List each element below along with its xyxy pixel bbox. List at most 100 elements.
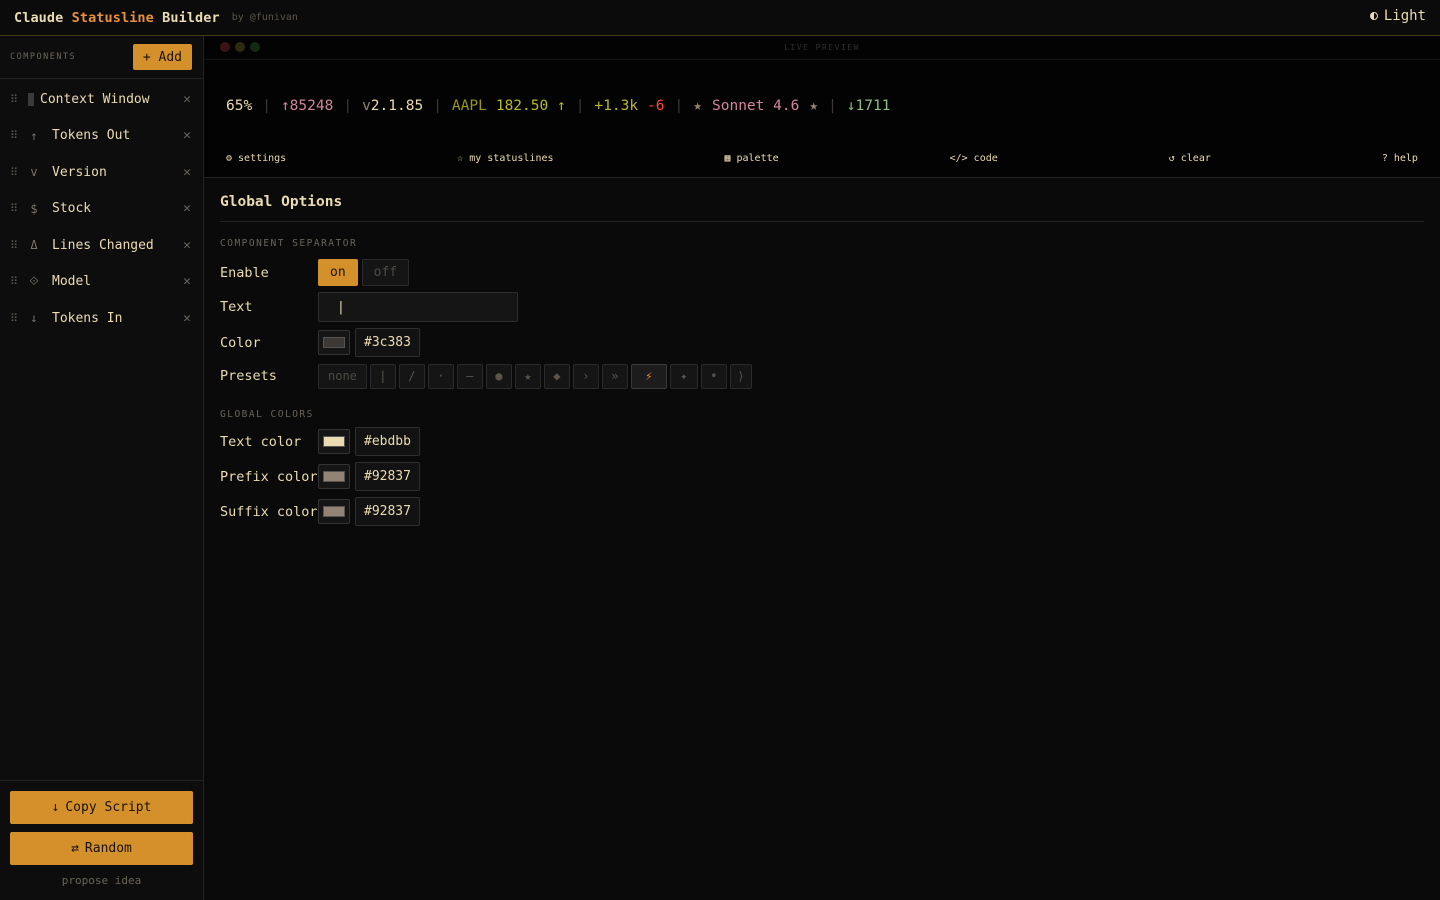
- enable-on-button[interactable]: on: [318, 259, 358, 286]
- component-item-lines-changed[interactable]: ⠿ Δ Lines Changed ✕: [0, 227, 203, 264]
- separator: |: [262, 98, 271, 114]
- preset-dot[interactable]: ·: [427, 363, 454, 389]
- drag-handle-icon[interactable]: ⠿: [10, 93, 26, 106]
- remove-icon[interactable]: ✕: [183, 311, 191, 326]
- preset-lightning[interactable]: ⚡: [630, 363, 667, 389]
- settings-button[interactable]: ⚙ settings: [226, 153, 286, 164]
- component-label: Lines Changed: [52, 237, 154, 253]
- preset-dash[interactable]: —: [456, 363, 483, 389]
- preset-star[interactable]: ★: [514, 363, 541, 389]
- segment-context: 65%: [226, 98, 253, 114]
- help-button[interactable]: ? help: [1382, 153, 1418, 164]
- segment-tokens-out: ↑85248: [280, 98, 334, 114]
- top-bar: Claude Statusline Builder by @funivan Li…: [0, 0, 1440, 36]
- drag-handle-icon[interactable]: ⠿: [10, 202, 26, 215]
- drag-handle-icon[interactable]: ⠿: [10, 312, 26, 325]
- drag-handle-icon[interactable]: ⠿: [10, 239, 26, 252]
- palette-button[interactable]: ▦ palette: [724, 153, 778, 164]
- component-item-model[interactable]: ⠿ ⟐ Model ✕: [0, 264, 203, 301]
- segment-model: Sonnet 4.6: [712, 98, 800, 114]
- preset-angle[interactable]: ⟩: [729, 363, 752, 389]
- remove-icon[interactable]: ✕: [183, 238, 191, 253]
- code-button[interactable]: </> code: [950, 153, 998, 164]
- delta-icon: Δ: [30, 238, 38, 253]
- preset-pipe[interactable]: |: [369, 363, 396, 389]
- global-colors-heading: GLOBAL COLORS: [220, 409, 314, 420]
- remove-icon[interactable]: ✕: [183, 165, 191, 180]
- text-color-hex[interactable]: #ebdbb: [355, 427, 420, 456]
- drag-handle-icon[interactable]: ⠿: [10, 275, 26, 288]
- preset-circle[interactable]: ●: [485, 363, 512, 389]
- presets-row: Presets none | / · — ● ★ ◆ › » ⚡ ✦ • ⟩: [220, 361, 1424, 391]
- star-icon: ★: [693, 98, 703, 114]
- enable-off-button[interactable]: off: [361, 259, 410, 286]
- author-link[interactable]: by @funivan: [232, 12, 298, 23]
- preset-bullet[interactable]: •: [700, 363, 727, 389]
- enable-toggle: on off: [318, 259, 410, 286]
- separator-text-input[interactable]: [318, 292, 518, 322]
- preset-chevron[interactable]: ›: [572, 363, 599, 389]
- my-statuslines-button[interactable]: ☆ my statuslines: [457, 153, 553, 164]
- preset-none[interactable]: none: [318, 363, 367, 389]
- segment-stock-symbol: AAPL: [451, 98, 487, 114]
- text-row: Text: [220, 290, 1424, 324]
- component-item-version[interactable]: ⠿ v Version ✕: [0, 154, 203, 191]
- remove-icon[interactable]: ✕: [183, 128, 191, 143]
- add-component-button[interactable]: + Add: [132, 44, 192, 70]
- arrow-down-icon: ↓: [30, 311, 38, 326]
- component-label: Model: [52, 274, 92, 290]
- suffix-color-swatch[interactable]: [318, 499, 350, 524]
- dollar-icon: $: [30, 201, 38, 216]
- segment-stock-price: 182.50 ↑: [495, 98, 566, 114]
- global-options-panel: Global Options COMPONENT SEPARATOR Enabl…: [220, 178, 1424, 529]
- separator: |: [575, 98, 585, 114]
- app-title-word-1: Claude: [14, 9, 64, 26]
- preview-titlebar: LIVE PREVIEW: [204, 36, 1440, 60]
- component-item-context-window[interactable]: ⠿ Context Window ✕: [0, 81, 203, 118]
- component-item-tokens-in[interactable]: ⠿ ↓ Tokens In ✕: [0, 300, 203, 337]
- download-arrow-icon: ↓: [51, 800, 60, 815]
- clear-button[interactable]: ↺ clear: [1169, 153, 1211, 164]
- preset-sparkle[interactable]: ✦: [669, 363, 698, 389]
- component-label: Tokens In: [52, 310, 123, 326]
- prefix-color-swatch[interactable]: [318, 464, 350, 489]
- preset-diamond[interactable]: ◆: [543, 363, 570, 389]
- suffix-color-hex[interactable]: #92837: [355, 497, 420, 526]
- component-item-tokens-out[interactable]: ⠿ ↑ Tokens Out ✕: [0, 118, 203, 155]
- separator-color-hex[interactable]: #3c383: [355, 328, 420, 357]
- component-label: Stock: [52, 201, 92, 217]
- preset-double-chevron[interactable]: »: [601, 363, 628, 389]
- segment-version-prefix: v: [362, 98, 371, 114]
- remove-icon[interactable]: ✕: [183, 92, 191, 107]
- propose-idea-link[interactable]: propose idea: [10, 874, 193, 887]
- remove-icon[interactable]: ✕: [183, 201, 191, 216]
- component-item-stock[interactable]: ⠿ $ Stock ✕: [0, 191, 203, 228]
- drag-handle-icon[interactable]: ⠿: [10, 129, 26, 142]
- copy-script-button[interactable]: ↓ Copy Script: [10, 791, 193, 824]
- copy-script-label: Copy Script: [65, 800, 152, 815]
- version-icon: v: [30, 165, 38, 180]
- component-label: Tokens Out: [52, 128, 131, 144]
- component-list: ⠿ Context Window ✕ ⠿ ↑ Tokens Out ✕ ⠿ v …: [0, 79, 203, 337]
- segment-lines-added: +1.3k: [594, 98, 639, 114]
- drag-handle-icon[interactable]: ⠿: [10, 166, 26, 179]
- prefix-color-hex[interactable]: #92837: [355, 462, 420, 491]
- separator: |: [343, 98, 353, 114]
- text-label: Text: [220, 299, 253, 315]
- presets-label: Presets: [220, 368, 277, 384]
- random-button[interactable]: ⇄ Random: [10, 832, 193, 865]
- remove-icon[interactable]: ✕: [183, 274, 191, 289]
- component-label: Context Window: [40, 91, 150, 107]
- diamond-icon: ⟐: [29, 274, 39, 289]
- theme-toggle-button[interactable]: Light: [1369, 8, 1426, 24]
- preset-list: none | / · — ● ★ ◆ › » ⚡ ✦ • ⟩: [318, 363, 752, 389]
- statusline-output: 65% | ↑85248 | v 2.1.85 | AAPL 182.50 ↑ …: [226, 98, 890, 114]
- app-title-word-2: Statusline: [71, 9, 154, 26]
- component-label: Version: [52, 164, 107, 180]
- sidebar-footer: ↓ Copy Script ⇄ Random propose idea: [0, 780, 203, 900]
- enable-row: Enable on off: [220, 255, 1424, 290]
- separator-color-swatch[interactable]: [318, 330, 350, 355]
- preset-slash[interactable]: /: [398, 363, 425, 389]
- text-color-swatch[interactable]: [318, 429, 350, 454]
- prefix-color-row: Prefix color #92837: [220, 459, 1424, 494]
